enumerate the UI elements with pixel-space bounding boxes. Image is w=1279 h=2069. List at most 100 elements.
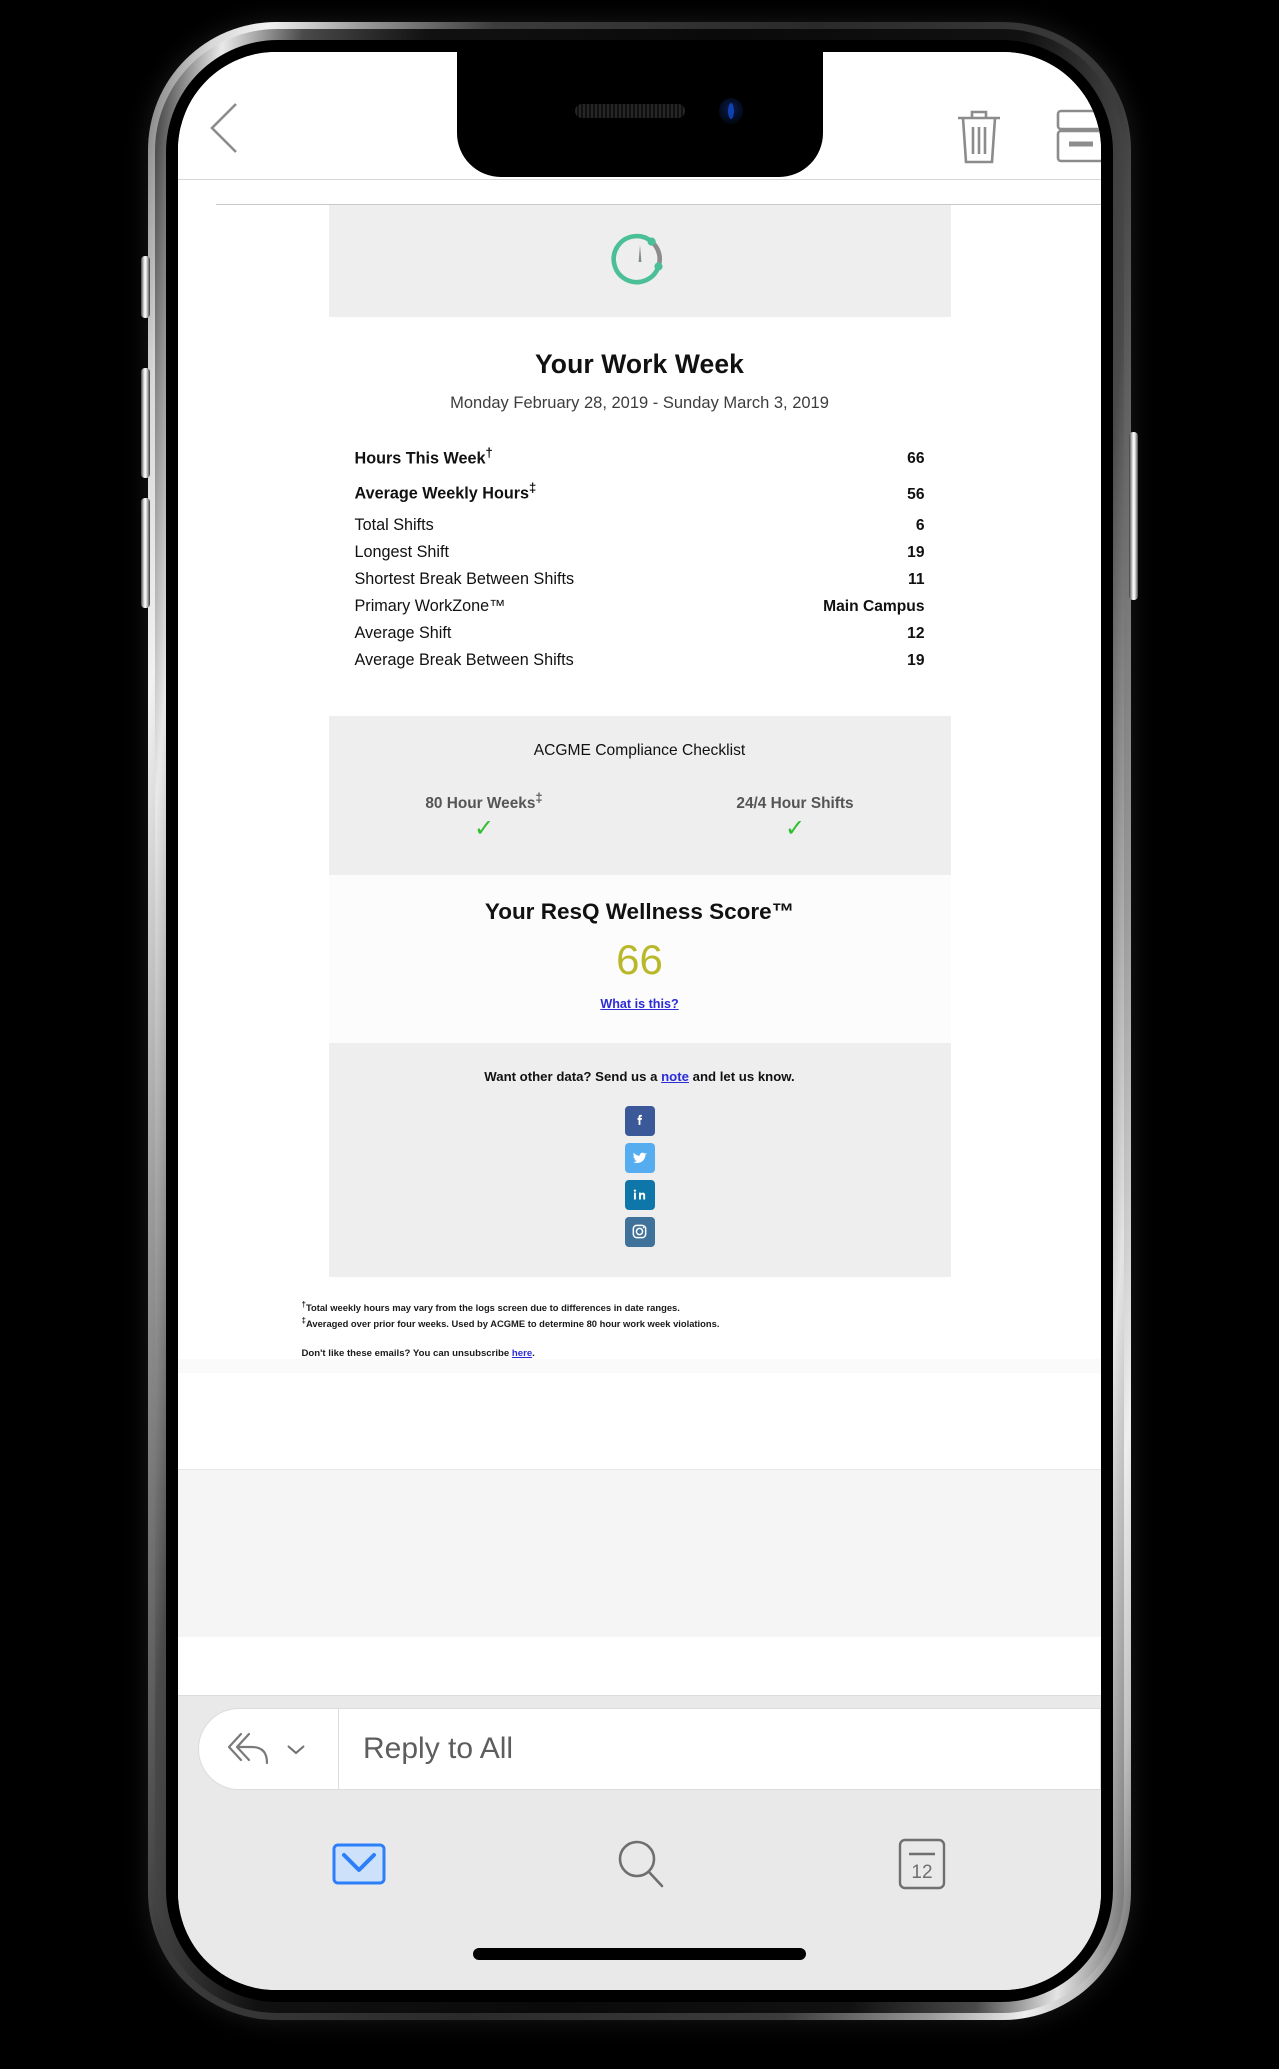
circular-gauge-logo [610,233,663,285]
stat-footnote-marker: † [485,445,493,460]
social-section: Want other data? Send us a note and let … [328,1042,951,1277]
stat-value: 12 [907,624,925,642]
footnote-2-text: Averaged over prior four weeks. Used by … [305,1317,720,1329]
instagram-icon[interactable] [624,1216,655,1247]
stat-value: 66 [907,450,925,468]
reply-all-button[interactable] [199,1709,339,1789]
tab-calendar[interactable]: 12 [896,1836,948,1892]
stat-value: 56 [907,485,925,503]
footnote-1-text: Total weekly hours may vary from the log… [305,1302,680,1314]
email-content: Your Work Week Monday February 28, 2019 … [328,205,951,1277]
email-title-block: Your Work Week Monday February 28, 2019 … [329,317,951,413]
reply-all-icon [227,1732,269,1765]
wellness-title: Your ResQ Wellness Score™ [484,898,795,924]
twitter-icon[interactable] [624,1142,655,1173]
home-indicator[interactable] [473,1948,806,1960]
chevron-down-icon [287,1745,305,1755]
list-item: 80 Hour Weeks‡ ✓ [329,790,640,841]
list-item: 24/4 Hour Shifts ✓ [640,790,951,841]
tab-mail[interactable] [331,1842,387,1886]
stat-value: 19 [907,651,925,669]
note-link[interactable]: note [661,1069,689,1084]
acgme-item-label: 24/4 Hour Shifts [736,794,854,812]
stat-label: Shortest Break Between Shifts [354,569,575,588]
body-spacer [178,1373,1101,1470]
acgme-items: 80 Hour Weeks‡ ✓ 24/4 Hour Shifts ✓ [329,790,951,841]
navbar-actions [951,104,1101,173]
acgme-title: ACGME Compliance Checklist [533,741,746,759]
table-row: Average Weekly Hours‡ 56 [355,480,925,515]
table-row: Longest Shift 19 [355,543,925,570]
reply-composer[interactable]: Reply to All [198,1708,1101,1790]
tab-search[interactable] [612,1835,670,1893]
feedback-prompt-before: Want other data? Send us a [484,1068,662,1084]
body-bottom-band [178,1469,1101,1638]
mute-switch[interactable] [141,256,150,318]
mail-icon [332,1843,386,1885]
table-row: Shortest Break Between Shifts 11 [355,570,925,597]
email-hero [328,205,951,317]
stat-label: Longest Shift [354,542,450,561]
reply-bar: Reply to All [178,1695,1101,1790]
stat-label: Hours This Week [354,449,486,468]
reply-input-placeholder[interactable]: Reply to All [339,1732,513,1766]
table-row: Average Break Between Shifts 19 [355,651,925,678]
phone-frame: Your Work Week Monday February 28, 2019 … [148,22,1131,2020]
bottom-tab-bar: 12 [178,1790,1101,1938]
search-icon [619,1840,664,1888]
table-row: Total Shifts 6 [355,516,925,543]
date-range: Monday February 28, 2019 - Sunday March … [450,394,829,412]
feedback-prompt-after: and let us know. [688,1068,795,1084]
delete-button[interactable] [951,104,1007,173]
stat-value: Main Campus [823,597,925,615]
back-button[interactable] [204,100,248,156]
acgme-item-label: 80 Hour Weeks [425,794,536,812]
stat-value: 11 [908,570,925,588]
feedback-prompt: Want other data? Send us a note and let … [329,1069,951,1084]
screenshot-stage: Your Work Week Monday February 28, 2019 … [0,0,1279,2069]
trash-icon [958,110,1000,164]
stat-label: Total Shifts [354,515,434,534]
facebook-icon[interactable] [624,1105,655,1136]
device-notch [456,52,823,177]
page-title: Your Work Week [534,349,745,379]
wellness-score-section: Your ResQ Wellness Score™ 66 What is thi… [328,874,951,1043]
footnote-strip [178,1359,1101,1374]
footnote-2: ‡Averaged over prior four weeks. Used by… [302,1315,996,1331]
stat-value: 6 [915,516,925,534]
email-body-scroll[interactable]: Your Work Week Monday February 28, 2019 … [178,180,1101,1695]
volume-up-button[interactable] [141,368,150,478]
stat-label: Average Shift [354,623,452,642]
linkedin-icon[interactable] [624,1179,655,1210]
footnote-1: †Total weekly hours may vary from the lo… [302,1299,996,1315]
footnote-wrap: †Total weekly hours may vary from the lo… [284,1299,996,1360]
archive-button[interactable] [1053,104,1101,173]
status-badge: ✓ [784,814,806,842]
what-is-this-link[interactable]: What is this? [600,997,678,1011]
acgme-footnote-marker: ‡ [535,789,543,805]
unsubscribe-after: . [532,1348,535,1360]
archive-box-icon [1056,109,1101,163]
stat-label: Average Break Between Shifts [354,650,574,669]
social-icon-list [329,1105,951,1247]
status-badge: ✓ [473,814,495,842]
table-row: Average Shift 12 [355,624,925,651]
acgme-compliance-section: ACGME Compliance Checklist 80 Hour Weeks… [328,715,951,875]
power-button[interactable] [1129,432,1138,600]
calendar-icon: 12 [898,1838,946,1890]
table-row: Hours This Week† 66 [355,445,925,480]
front-camera [718,98,743,124]
stat-value: 19 [907,543,925,561]
wellness-score-value: 66 [616,935,663,983]
stat-label: Average Weekly Hours [354,484,530,503]
mail-app: Your Work Week Monday February 28, 2019 … [178,52,1101,1990]
volume-down-button[interactable] [141,498,150,608]
earpiece-speaker [574,104,685,118]
email-footnotes: †Total weekly hours may vary from the lo… [178,1276,1101,1374]
stat-label: Primary WorkZone™ [354,596,506,615]
stats-list: Hours This Week† 66 Average Weekly Hours… [329,413,951,678]
phone-screen: Your Work Week Monday February 28, 2019 … [178,52,1101,1990]
calendar-day-number: 12 [912,1862,933,1883]
home-indicator-area [178,1938,1101,1990]
unsubscribe-link[interactable]: here [512,1348,532,1359]
